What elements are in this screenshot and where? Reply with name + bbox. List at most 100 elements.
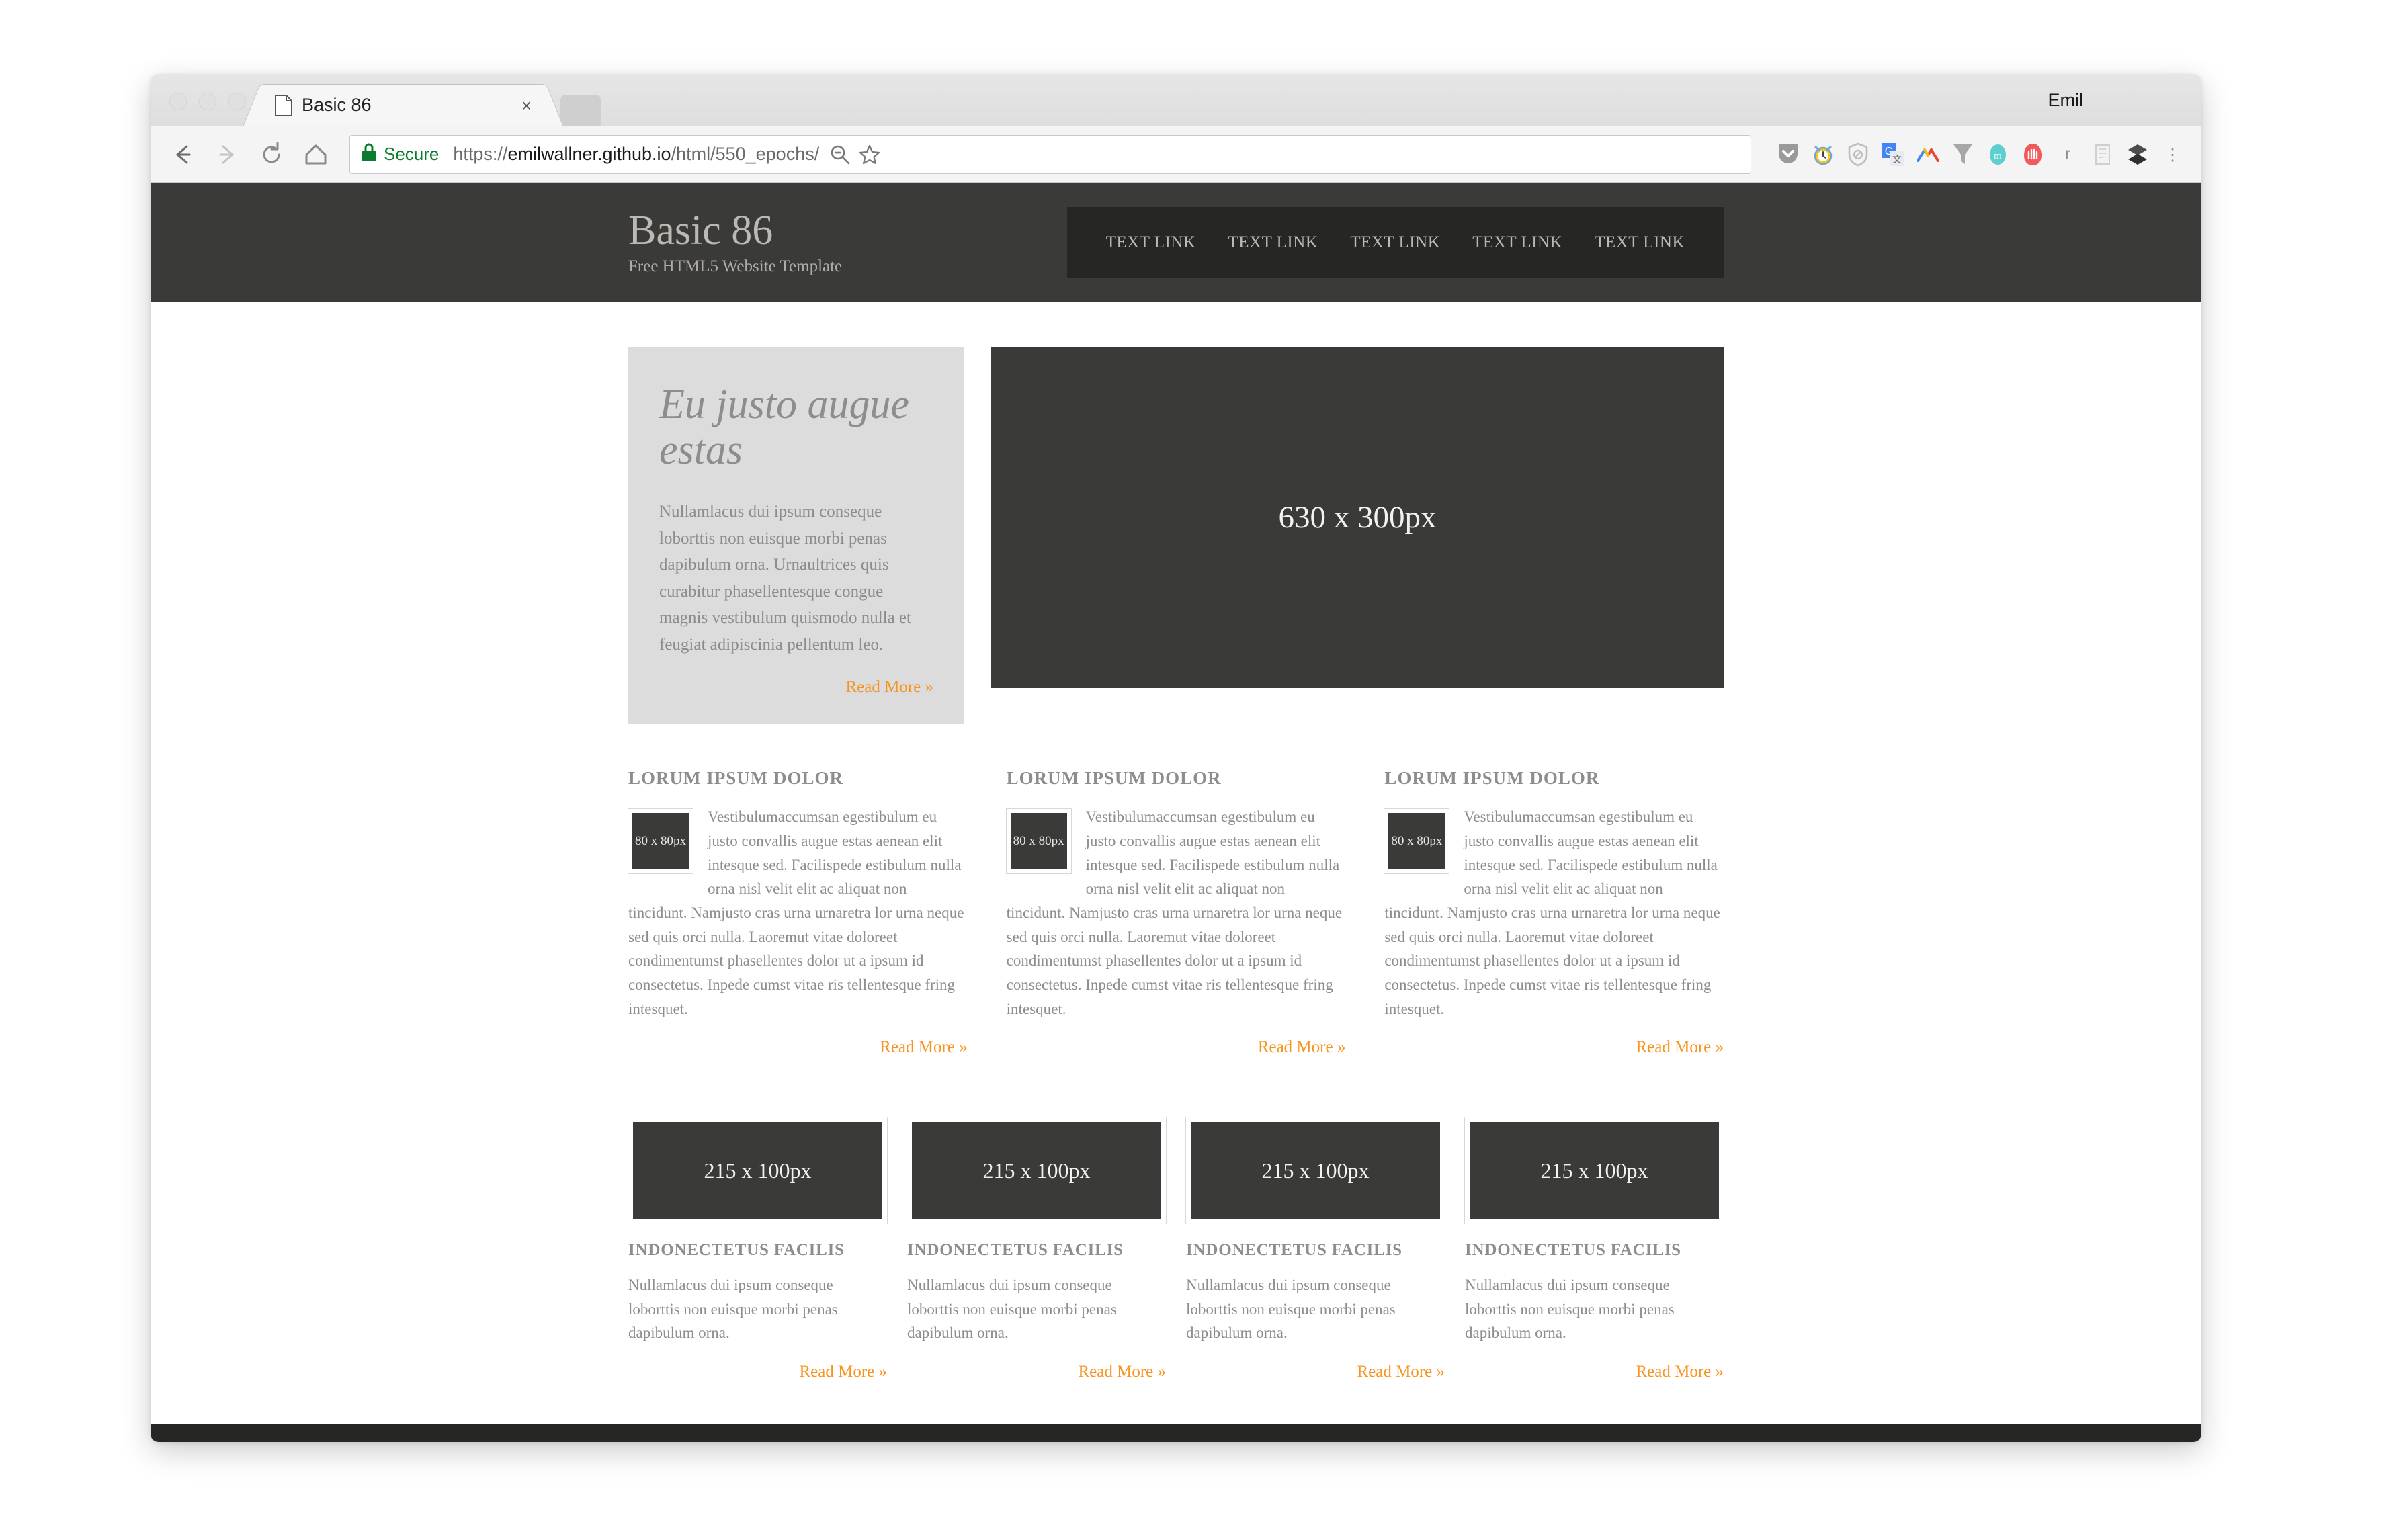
card-thumbnail[interactable]: 215 x 100px <box>1464 1117 1724 1225</box>
zoom-out-icon[interactable] <box>826 139 854 170</box>
chevron-up-colored-icon[interactable] <box>1914 139 1942 170</box>
forward-button[interactable] <box>207 134 247 175</box>
nav-item-2[interactable]: TEXT LINK <box>1212 233 1335 252</box>
card-read-more-link[interactable]: Read More » <box>1465 1363 1724 1381</box>
column-thumbnail-label: 80 x 80px <box>635 834 686 849</box>
browser-window: Basic 86 × Emil Secure https://emilwalln… <box>151 74 2201 1442</box>
note-icon[interactable] <box>2089 139 2117 170</box>
browser-toolbar: Secure https://emilwallner.github.io/htm… <box>151 126 2201 183</box>
alarm-clock-icon[interactable] <box>1809 139 1837 170</box>
card-read-more-link[interactable]: Read More » <box>628 1363 887 1381</box>
column-read-more-link[interactable]: Read More » <box>1384 1038 1724 1057</box>
close-window-button[interactable] <box>169 93 187 110</box>
card-body: Nullamlacus dui ipsum conseque loborttis… <box>907 1277 1117 1342</box>
site-brand[interactable]: Basic 86 Free HTML5 Website Template <box>628 209 842 275</box>
profile-name[interactable]: Emil <box>2048 90 2084 111</box>
brand-tagline: Free HTML5 Website Template <box>628 257 843 275</box>
layers-icon[interactable] <box>2123 139 2152 170</box>
footer-inner: Copyright © 2012 - All Rights Reserved -… <box>628 1424 1724 1442</box>
card-read-more-wrap: Read More » <box>1186 1363 1445 1381</box>
card-item: 215 x 100px INDONECTETUS FACILIS Nullaml… <box>1464 1117 1724 1381</box>
column-heading: LORUM IPSUM DOLOR <box>1384 768 1600 789</box>
card-heading: INDONECTETUS FACILIS <box>628 1241 845 1260</box>
card-thumbnail[interactable]: 215 x 100px <box>1185 1117 1445 1225</box>
nav-item-4[interactable]: TEXT LINK <box>1456 233 1579 252</box>
nav-item-3[interactable]: TEXT LINK <box>1334 233 1456 252</box>
card-thumbnail-label: 215 x 100px <box>982 1158 1091 1183</box>
content-column: LORUM IPSUM DOLOR 80 x 80px Vestibulumac… <box>1384 768 1724 1057</box>
hero-feature-box: Eu justo augue estas Nullamlacus dui ips… <box>628 347 964 724</box>
column-read-more-link[interactable]: Read More » <box>628 1038 968 1057</box>
column-thumbnail: 80 x 80px <box>1005 808 1072 875</box>
header-inner: Basic 86 Free HTML5 Website Template TEX… <box>628 183 1724 302</box>
card-heading: INDONECTETUS FACILIS <box>1186 1241 1402 1260</box>
home-button[interactable] <box>296 134 336 175</box>
card-item: 215 x 100px INDONECTETUS FACILIS Nullaml… <box>1185 1117 1445 1381</box>
column-read-more-link[interactable]: Read More » <box>1007 1038 1346 1057</box>
card-thumbnail-label: 215 x 100px <box>704 1158 812 1183</box>
nav-item-5[interactable]: TEXT LINK <box>1579 233 1701 252</box>
lock-icon <box>361 142 377 166</box>
funnel-icon[interactable] <box>1949 139 1977 170</box>
url-scheme: https:// <box>453 144 508 164</box>
security-status-label: Secure <box>384 144 439 164</box>
hero-body: Nullamlacus dui ipsum conseque loborttis… <box>659 503 911 654</box>
new-tab-button[interactable] <box>560 95 601 126</box>
omnibox-actions <box>826 139 884 170</box>
site-nav: TEXT LINK TEXT LINK TEXT LINK TEXT LINK … <box>1066 207 1724 278</box>
card-item: 215 x 100px INDONECTETUS FACILIS Nullaml… <box>907 1117 1167 1381</box>
card-read-more-wrap: Read More » <box>1465 1363 1724 1381</box>
close-icon[interactable]: × <box>521 97 532 114</box>
card-heading: INDONECTETUS FACILIS <box>1465 1241 1681 1260</box>
card-read-more-link[interactable]: Read More » <box>1186 1363 1445 1381</box>
column-heading: LORUM IPSUM DOLOR <box>1006 768 1222 789</box>
card-body: Nullamlacus dui ipsum conseque loborttis… <box>628 1277 838 1342</box>
hero-heading: Eu justo augue estas <box>659 382 909 474</box>
column-thumbnail: 80 x 80px <box>1384 808 1450 875</box>
svg-text:m: m <box>1994 151 2002 161</box>
column-read-more-wrap: Read More » <box>1007 1038 1346 1057</box>
hero-image-placeholder: 630 x 300px <box>991 347 1724 688</box>
site-footer: Copyright © 2012 - All Rights Reserved -… <box>151 1424 2201 1442</box>
card-thumbnail-label: 215 x 100px <box>1261 1158 1370 1183</box>
card-item: 215 x 100px INDONECTETUS FACILIS Nullaml… <box>628 1117 888 1381</box>
extension-icons: G文 m r ⋮ <box>1765 139 2187 170</box>
url-host: emilwallner.github.io <box>507 144 671 164</box>
shield-icon[interactable] <box>1844 139 1872 170</box>
column-read-more-wrap: Read More » <box>628 1038 968 1057</box>
maximize-window-button[interactable] <box>228 93 246 110</box>
tab-title: Basic 86 <box>302 95 372 115</box>
column-read-more-wrap: Read More » <box>1384 1038 1724 1057</box>
card-grid: 215 x 100px INDONECTETUS FACILIS Nullaml… <box>628 1117 1724 1381</box>
card-thumbnail[interactable]: 215 x 100px <box>628 1117 888 1225</box>
column-heading: LORUM IPSUM DOLOR <box>628 768 843 789</box>
tab-strip: Basic 86 × Emil <box>151 74 2201 126</box>
card-thumbnail[interactable]: 215 x 100px <box>907 1117 1167 1225</box>
hero-image-label: 630 x 300px <box>1278 500 1437 535</box>
three-column-section: LORUM IPSUM DOLOR 80 x 80px Vestibulumac… <box>628 768 1724 1057</box>
card-heading: INDONECTETUS FACILIS <box>907 1241 1124 1260</box>
hero-read-more-link[interactable]: Read More » <box>659 678 933 697</box>
browser-tab[interactable]: Basic 86 × <box>262 84 544 126</box>
pocket-icon[interactable] <box>1774 139 1802 170</box>
momentum-icon[interactable]: m <box>1984 139 2012 170</box>
stop-hand-icon[interactable] <box>2019 139 2047 170</box>
card-read-more-link[interactable]: Read More » <box>907 1363 1166 1381</box>
google-translate-icon[interactable]: G文 <box>1879 139 1907 170</box>
content-column: LORUM IPSUM DOLOR 80 x 80px Vestibulumac… <box>1005 768 1346 1057</box>
card-thumbnail-label: 215 x 100px <box>1540 1158 1648 1183</box>
bookmark-star-icon[interactable] <box>855 139 884 170</box>
back-button[interactable] <box>163 134 203 175</box>
minimize-window-button[interactable] <box>199 93 216 110</box>
page-icon <box>275 94 292 116</box>
url-path: /html/550_epochs/ <box>671 144 820 164</box>
nav-item-1[interactable]: TEXT LINK <box>1090 233 1212 252</box>
page-main: Eu justo augue estas Nullamlacus dui ips… <box>628 302 1724 1381</box>
reload-button[interactable] <box>251 134 292 175</box>
address-bar[interactable]: Secure https://emilwallner.github.io/htm… <box>349 134 1751 174</box>
column-thumbnail-label: 80 x 80px <box>1013 834 1064 849</box>
browser-menu-icon[interactable]: ⋮ <box>2158 139 2187 170</box>
column-thumbnail: 80 x 80px <box>628 808 693 875</box>
letter-r-icon[interactable]: r <box>2054 139 2082 170</box>
site-header: Basic 86 Free HTML5 Website Template TEX… <box>151 183 2201 302</box>
